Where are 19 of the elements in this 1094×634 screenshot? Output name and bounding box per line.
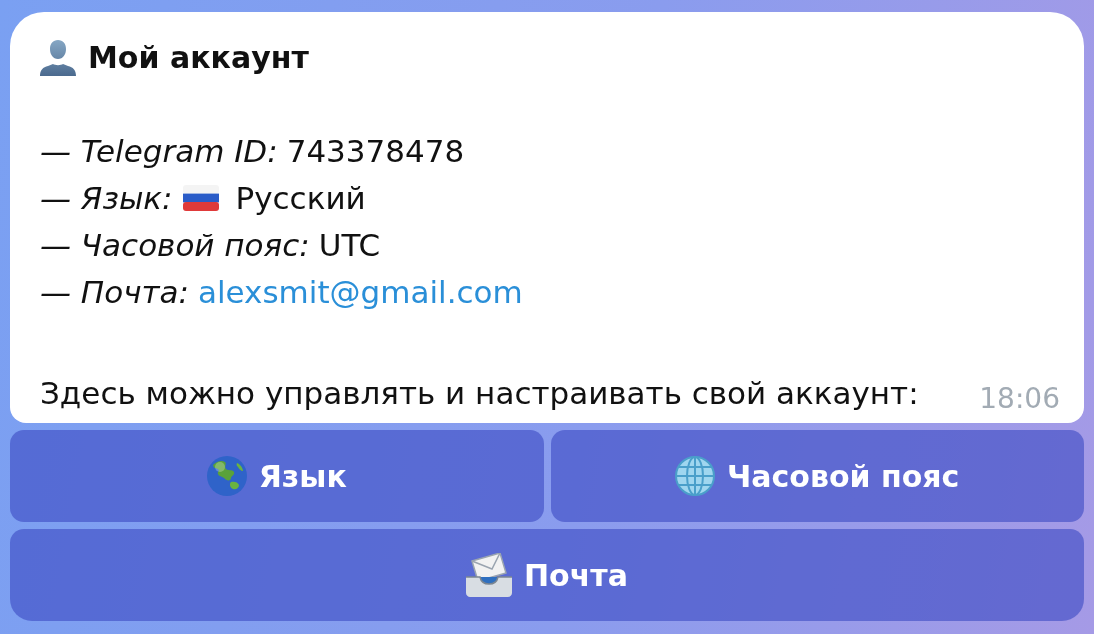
message-text: Здесь можно управлять и настраивать свой аккаунт: xyxy=(40,375,919,411)
keyboard-button[interactable]: Язык xyxy=(10,430,544,522)
envelope-tray-icon xyxy=(466,553,512,597)
keyboard-button[interactable]: Часовой пояс xyxy=(550,430,1084,522)
user-silhouette-icon xyxy=(40,39,76,76)
field-value: UTC xyxy=(318,226,381,263)
message-title: Мой аккаунт xyxy=(88,40,309,75)
field-label: — Telegram ID: xyxy=(40,132,278,169)
field-label: — Почта: xyxy=(40,273,189,310)
field-value: 743378478 xyxy=(286,132,465,169)
keyboard-button[interactable]: Почта xyxy=(10,529,1084,621)
field-value: Русский xyxy=(235,179,366,216)
flag-icon xyxy=(181,184,220,211)
globe-icon xyxy=(206,456,247,496)
email-link[interactable]: alexsmit@gmail.com xyxy=(197,273,523,310)
globe-icon xyxy=(675,456,716,496)
message-time: 18:06 xyxy=(979,382,1060,415)
field-label: — Часовой пояс: xyxy=(40,226,310,263)
field-label: — Язык: xyxy=(40,179,173,216)
